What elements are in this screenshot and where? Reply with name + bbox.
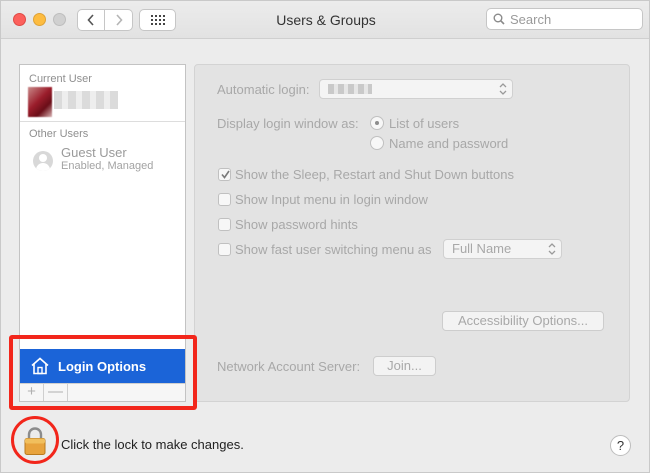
show-input-menu-checkbox[interactable] xyxy=(218,193,231,206)
show-password-hints-label: Show password hints xyxy=(235,217,358,232)
current-user-avatar xyxy=(28,87,52,117)
login-options-panel: Automatic login: Display login window as… xyxy=(194,64,630,402)
list-of-users-label: List of users xyxy=(389,116,460,131)
network-account-server-label: Network Account Server: xyxy=(217,359,361,374)
popup-arrows-icon xyxy=(548,243,556,255)
show-password-hints-checkbox[interactable] xyxy=(218,218,231,231)
sidebar-divider xyxy=(20,121,185,122)
display-login-label: Display login window as: xyxy=(217,116,359,131)
user-silhouette-icon xyxy=(33,151,53,171)
name-and-password-label: Name and password xyxy=(389,136,509,151)
accessibility-options-button[interactable]: Accessibility Options... xyxy=(442,311,604,331)
automatic-login-popup[interactable] xyxy=(319,79,513,99)
show-sleep-restart-checkbox[interactable] xyxy=(218,168,231,181)
current-user-label: Current User xyxy=(29,73,92,85)
help-button[interactable]: ? xyxy=(610,435,631,456)
join-button[interactable]: Join... xyxy=(373,356,436,376)
title-bar: Users & Groups xyxy=(1,1,649,39)
show-sleep-restart-label: Show the Sleep, Restart and Shut Down bu… xyxy=(235,167,514,182)
popup-arrows-icon xyxy=(499,83,507,95)
name-and-password-radio[interactable] xyxy=(370,136,384,150)
search-field[interactable] xyxy=(486,8,643,30)
fast-user-switching-value: Full Name xyxy=(452,241,512,256)
fast-user-switching-popup[interactable]: Full Name xyxy=(443,239,562,259)
guest-user-status: Enabled, Managed xyxy=(61,160,154,172)
automatic-login-value-redacted xyxy=(328,84,372,94)
login-options-highlight xyxy=(9,335,197,410)
search-icon xyxy=(493,13,505,25)
checkmark-icon xyxy=(221,170,230,179)
list-of-users-radio[interactable] xyxy=(370,116,384,130)
lock-button[interactable] xyxy=(23,426,47,459)
fast-user-switching-label: Show fast user switching menu as xyxy=(235,242,432,257)
current-user-name-redacted xyxy=(54,91,118,109)
users-groups-window: Users & Groups Current User Other Users … xyxy=(0,0,650,473)
guest-user-name[interactable]: Guest User xyxy=(61,145,127,160)
automatic-login-label: Automatic login: xyxy=(217,82,310,97)
fast-user-switching-checkbox[interactable] xyxy=(218,243,231,256)
search-input[interactable] xyxy=(510,11,630,27)
other-users-label: Other Users xyxy=(29,128,89,140)
current-user-item[interactable] xyxy=(28,85,118,117)
lock-message: Click the lock to make changes. xyxy=(61,437,244,452)
lock-icon xyxy=(24,427,46,455)
show-input-menu-label: Show Input menu in login window xyxy=(235,192,428,207)
